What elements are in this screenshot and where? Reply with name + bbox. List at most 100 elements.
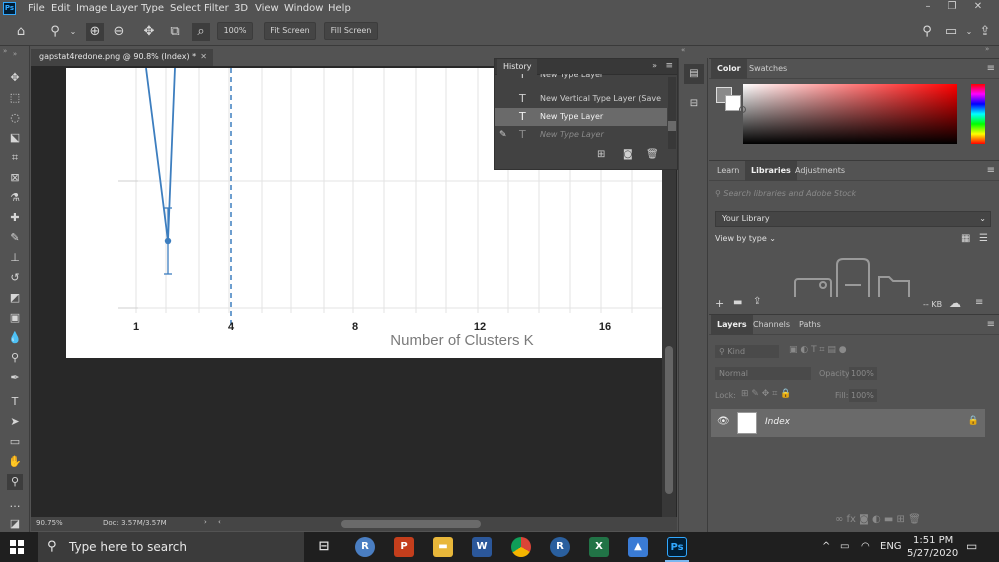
language-indicator[interactable]: ENG: [880, 541, 902, 552]
history-item[interactable]: T New Type Layer: [495, 74, 667, 82]
dodge-tool-icon[interactable]: ⚲: [7, 350, 23, 366]
panel-menu-icon[interactable]: ≡: [665, 61, 673, 71]
eraser-tool-icon[interactable]: ◩: [7, 290, 23, 306]
tab-channels[interactable]: Channels: [747, 315, 796, 335]
windows-start-icon[interactable]: [10, 540, 24, 554]
brush-tool-icon[interactable]: ✎: [7, 230, 23, 246]
chevron-down-icon[interactable]: ⌄: [64, 23, 82, 41]
panel-menu-icon[interactable]: ≡: [987, 165, 995, 176]
rectangle-tool-icon[interactable]: ▭: [7, 434, 23, 450]
excel-icon[interactable]: X: [589, 537, 609, 557]
photoshop-taskbar-icon[interactable]: Ps: [667, 537, 687, 557]
menu-select[interactable]: Select: [170, 3, 201, 14]
eyedropper-tool-icon[interactable]: ⚗: [7, 190, 23, 206]
notifications-icon[interactable]: ▭: [966, 539, 977, 553]
clock-date[interactable]: 5/27/2020: [907, 548, 958, 559]
lock-icons[interactable]: ⊞ ✎ ✥ ⌗ 🔒: [741, 389, 791, 399]
layer-name[interactable]: Index: [765, 417, 790, 427]
layer-filter-kind[interactable]: ⚲ Kind: [715, 345, 779, 358]
healing-brush-tool-icon[interactable]: ✚: [7, 210, 23, 226]
history-item[interactable]: T New Vertical Type Layer (Save ...: [495, 90, 667, 108]
tab-learn[interactable]: Learn: [711, 161, 745, 181]
taskbar-search-box[interactable]: ⚲ Type here to search: [38, 532, 304, 562]
panel-menu-icon[interactable]: ≡: [975, 297, 983, 308]
pen-tool-icon[interactable]: ✒: [7, 370, 23, 386]
layer-actions-icons[interactable]: ∞ fx ◙ ◐ ▬ ⊞ 🗑: [835, 514, 921, 525]
menu-edit[interactable]: Edit: [51, 3, 70, 14]
fill-input[interactable]: 100%: [849, 389, 877, 402]
menu-layer[interactable]: Layer: [110, 3, 138, 14]
history-panel-icon[interactable]: ▤: [684, 64, 704, 84]
snapshot-camera-icon[interactable]: ◙: [623, 149, 633, 160]
tray-chevron-icon[interactable]: ^: [822, 541, 830, 552]
share-icon[interactable]: ⇪: [976, 23, 994, 41]
photos-icon[interactable]: ▲: [628, 537, 648, 557]
stamp-tool-icon[interactable]: ⊥: [7, 250, 23, 266]
history-item-selected[interactable]: T New Type Layer: [495, 108, 667, 126]
tab-paths[interactable]: Paths: [793, 315, 827, 335]
delete-trash-icon[interactable]: 🗑: [646, 149, 659, 160]
library-select[interactable]: Your Library ⌄: [715, 211, 991, 227]
hand-tool-icon[interactable]: ✋: [7, 454, 23, 470]
cloud-icon[interactable]: ☁: [949, 296, 961, 310]
history-tab[interactable]: History: [497, 59, 538, 75]
frame-tool-icon[interactable]: ⊠: [7, 170, 23, 186]
history-item-disabled[interactable]: ✎ T New Type Layer: [495, 126, 667, 144]
clock-time[interactable]: 1:51 PM: [913, 535, 953, 546]
menu-3d[interactable]: 3D: [234, 3, 248, 14]
menu-view[interactable]: View: [255, 3, 279, 14]
menu-filter[interactable]: Filter: [204, 3, 229, 14]
workspace-icon[interactable]: ▭: [942, 23, 960, 41]
lasso-tool-icon[interactable]: ◌: [7, 110, 23, 126]
r-app-icon[interactable]: R: [355, 537, 375, 557]
gradient-tool-icon[interactable]: ▣: [7, 310, 23, 326]
panel-menu-icon[interactable]: ≡: [987, 63, 995, 74]
history-scroll-thumb[interactable]: [668, 121, 676, 131]
home-icon[interactable]: ⌂: [12, 23, 30, 41]
path-select-tool-icon[interactable]: ➤: [7, 414, 23, 430]
zoom-in-icon[interactable]: ⊕: [86, 23, 104, 41]
restore-icon[interactable]: ❐: [942, 1, 962, 15]
minimize-icon[interactable]: –: [918, 1, 938, 15]
fit-screen-button[interactable]: Fit Screen: [264, 22, 316, 40]
view-by-select[interactable]: View by type ⌄: [715, 234, 776, 243]
library-search-input[interactable]: ⚲ Search libraries and Adobe Stock: [715, 189, 991, 203]
panel-menu-icon[interactable]: ≡: [987, 319, 995, 330]
filter-icons[interactable]: ▣ ◐ T ⌗ ▤ ●: [789, 345, 847, 355]
color-swatches-icon[interactable]: ◪: [7, 516, 23, 532]
layer-row[interactable]: 👁 Index 🔒: [711, 409, 985, 437]
task-view-icon[interactable]: ⊟: [314, 537, 334, 557]
horizontal-scroll-thumb[interactable]: [341, 520, 481, 528]
zoom-out-icon[interactable]: ⊖: [110, 23, 128, 41]
fill-screen-button[interactable]: Fill Screen: [324, 22, 378, 40]
file-explorer-icon[interactable]: ▬: [433, 537, 453, 557]
zoom-readout[interactable]: 90.75%: [36, 519, 63, 527]
color-picker-field[interactable]: [739, 84, 957, 144]
powerpoint-icon[interactable]: P: [394, 537, 414, 557]
hue-slider[interactable]: [971, 84, 985, 144]
zoom-all-windows-icon[interactable]: ⧉: [166, 23, 184, 41]
collapse-right-icon[interactable]: »: [985, 45, 989, 53]
list-view-icon[interactable]: ☰: [979, 233, 988, 244]
resize-windows-icon[interactable]: ✥: [140, 23, 158, 41]
properties-panel-icon[interactable]: ⊟: [684, 94, 704, 114]
crop-tool-icon[interactable]: ⌗: [7, 150, 23, 166]
grid-view-icon[interactable]: ▦: [961, 233, 970, 244]
upload-icon[interactable]: ⇪: [753, 296, 761, 307]
opacity-input[interactable]: 100%: [849, 367, 877, 380]
network-icon[interactable]: ◠: [861, 541, 870, 552]
type-tool-icon[interactable]: T: [7, 394, 23, 410]
menu-help[interactable]: Help: [328, 3, 351, 14]
history-brush-tool-icon[interactable]: ↺: [7, 270, 23, 286]
chrome-icon[interactable]: [511, 537, 531, 557]
search-icon[interactable]: ⚲: [918, 23, 936, 41]
history-scrollbar[interactable]: [668, 77, 676, 149]
color-picker-cursor[interactable]: [739, 106, 746, 113]
word-icon[interactable]: W: [472, 537, 492, 557]
rstudio-icon[interactable]: R: [550, 537, 570, 557]
scrubby-zoom-icon[interactable]: ⌕: [192, 23, 210, 41]
add-icon[interactable]: +: [715, 297, 724, 310]
tab-swatches[interactable]: Swatches: [743, 59, 793, 79]
zoom-tool-icon[interactable]: ⚲: [46, 23, 64, 41]
folder-icon[interactable]: ▬: [733, 297, 742, 308]
